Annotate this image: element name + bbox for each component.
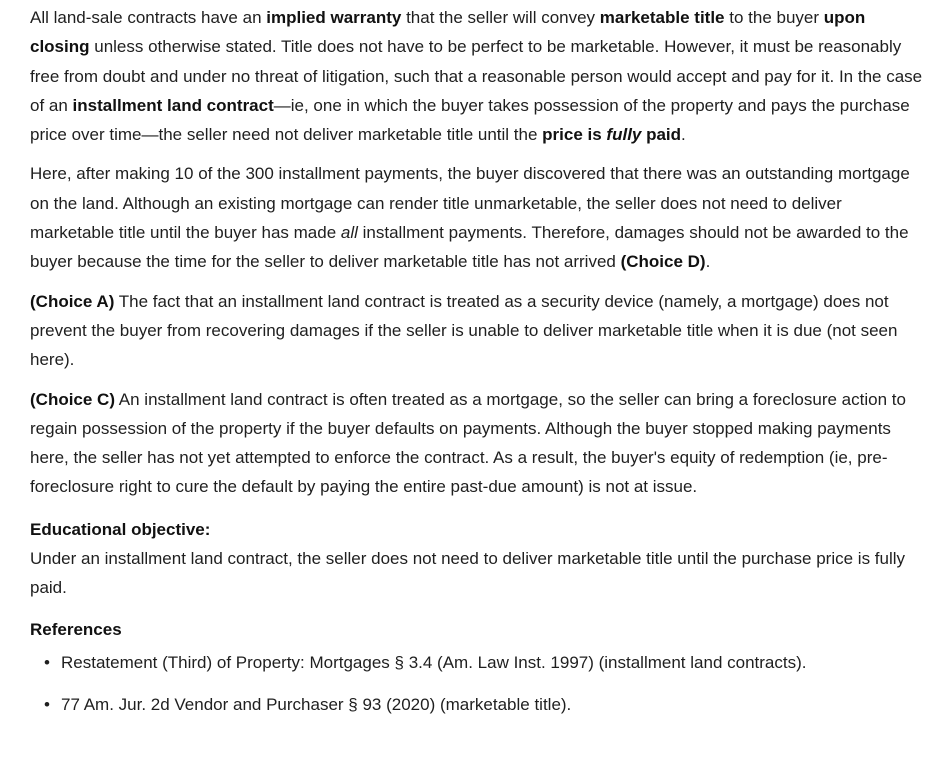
text-span: All land-sale contracts have an (30, 8, 267, 27)
bullet-icon: • (44, 695, 50, 715)
paragraph-application: Here, after making 10 of the 300 install… (30, 159, 929, 276)
explanation-content: All land-sale contracts have an implied … (0, 0, 943, 719)
reference-item: • Restatement (Third) of Property: Mortga… (44, 648, 929, 677)
text-span: that the seller will convey (401, 8, 600, 27)
choice-label: (Choice D) (620, 252, 706, 272)
paragraph-rule: All land-sale contracts have an implied … (30, 3, 929, 149)
text-span: An installment land contract is often tr… (30, 389, 906, 497)
paragraph-choice-a: (Choice A) The fact that an installment … (30, 287, 929, 375)
paragraph-choice-c: (Choice C) An installment land contract … (30, 385, 929, 502)
bold-term: price is fully paid (542, 125, 681, 144)
reference-item: • 77 Am. Jur. 2d Vendor and Purchaser § 9… (44, 690, 929, 719)
bold-text: price is (542, 125, 607, 145)
italic-text: all (340, 223, 358, 243)
text-span: . (705, 252, 711, 272)
references-heading: References (30, 620, 122, 640)
text-span: to the buyer (724, 8, 824, 27)
bold-term: implied warranty (266, 8, 402, 27)
choice-label: (Choice C) (30, 389, 115, 409)
reference-text: Restatement (Third) of Property: Mortgag… (61, 653, 807, 673)
bold-text: paid (641, 125, 682, 145)
text-span: The fact that an installment land contra… (30, 291, 898, 370)
text-span: . (681, 125, 686, 145)
bold-term: installment land contract (72, 95, 274, 115)
italic-text: fully (606, 125, 642, 145)
references-list: • Restatement (Third) of Property: Mortga… (30, 648, 929, 719)
bullet-icon: • (44, 653, 50, 673)
bold-term: marketable title (599, 8, 725, 27)
educational-objective-heading: Educational objective: (30, 519, 211, 539)
reference-text: 77 Am. Jur. 2d Vendor and Purchaser § 93… (61, 695, 572, 715)
educational-objective-text: Under an installment land contract, the … (30, 548, 906, 598)
choice-label: (Choice A) (30, 291, 115, 311)
